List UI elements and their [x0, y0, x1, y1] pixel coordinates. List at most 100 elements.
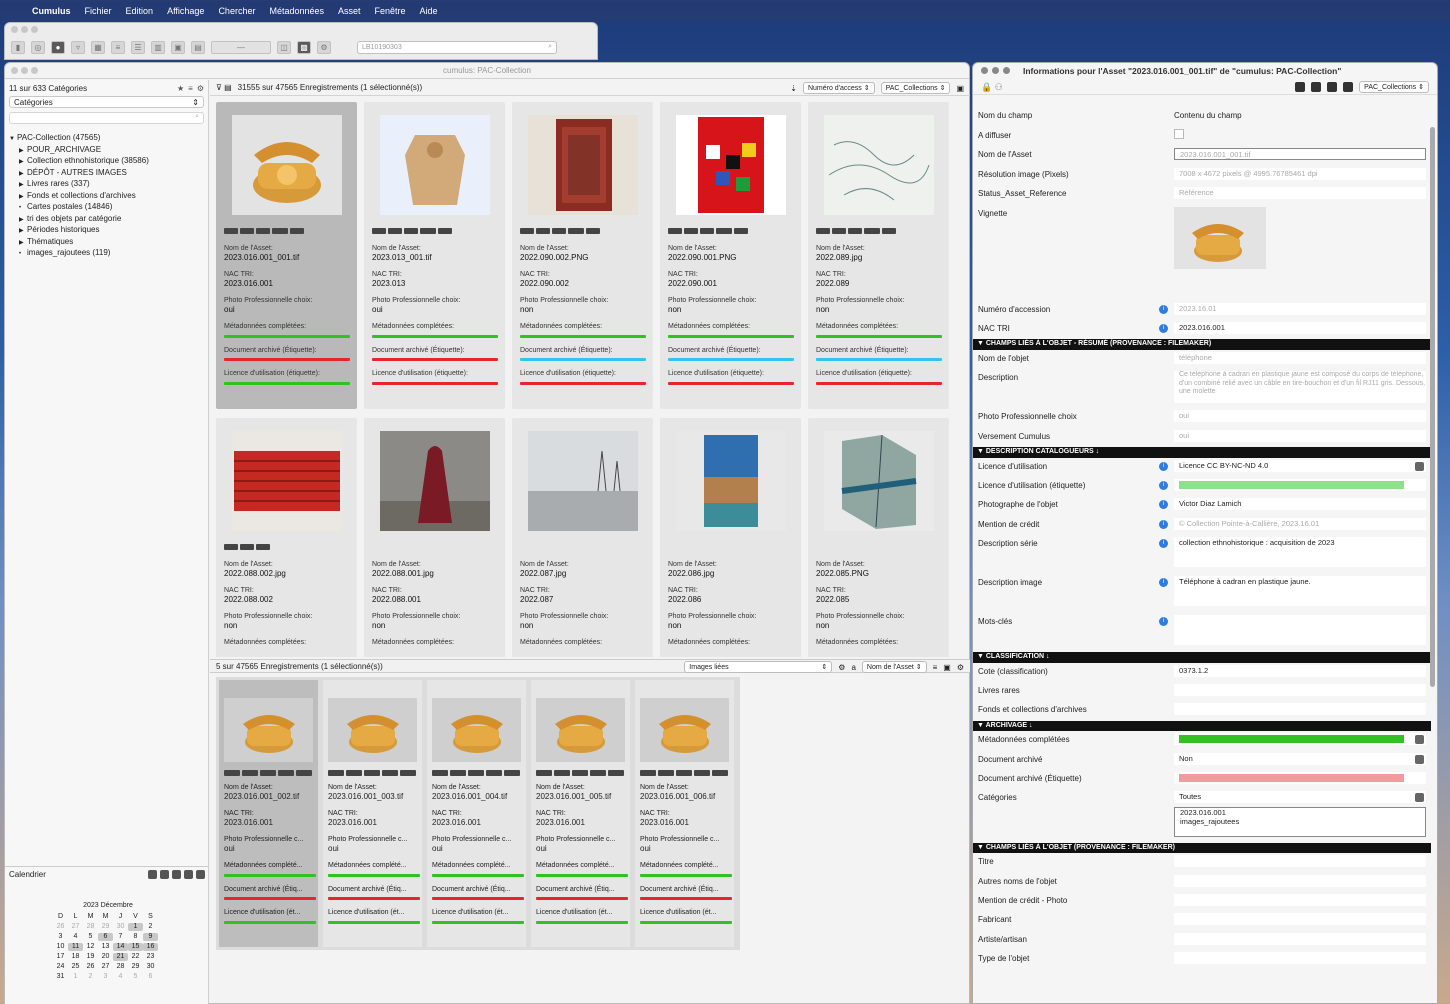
field-value[interactable]: © Collection Pointe-à-Callière, 2023.16.… — [1174, 517, 1426, 530]
field-value[interactable] — [1174, 952, 1426, 965]
tree-item[interactable]: ▶ DÉPÔT - AUTRES IMAGES — [9, 167, 208, 179]
categories-select[interactable]: Catégories ⇕ — [9, 96, 204, 108]
info-icon[interactable]: i — [1159, 519, 1168, 529]
calendar-day[interactable]: 14 — [113, 943, 128, 951]
calendar-day[interactable]: 27 — [98, 963, 113, 971]
sort-direction-icon[interactable]: ⇣ — [790, 84, 797, 93]
settings-icon[interactable]: ⚙ — [317, 40, 331, 54]
calendar-day[interactable]: 2 — [83, 973, 98, 981]
info-collection-select[interactable]: PAC_Collections ⇕ — [1359, 81, 1429, 93]
calendar-day[interactable]: 23 — [143, 953, 158, 961]
tree-item[interactable]: ▶ POUR_ARCHIVAGE — [9, 144, 208, 156]
field-value[interactable]: Ce téléphone à cadran en plastique jaune… — [1174, 371, 1426, 404]
calendar-day[interactable]: 28 — [83, 923, 98, 931]
field-value[interactable] — [1174, 855, 1426, 868]
field-select[interactable]: Toutes — [1174, 791, 1426, 804]
info-icon[interactable]: i — [1159, 461, 1168, 471]
menu-item[interactable]: Asset — [338, 6, 361, 16]
slider-icon[interactable]: — — [211, 40, 271, 54]
asset-card[interactable]: Nom de l'Asset: 2022.088.001.jpg NAC TRI: 2… — [364, 418, 505, 657]
asset-card[interactable]: Nom de l'Asset: 2022.090.001.PNG NAC TRI: 2… — [660, 102, 801, 409]
section-header[interactable]: ▼ CHAMPS LIÉS À L'OBJET (PROVENANCE : FI… — [973, 842, 1431, 854]
calendar-day[interactable]: 3 — [98, 973, 113, 981]
field-value[interactable] — [1174, 894, 1426, 907]
calendar-day[interactable]: 30 — [113, 923, 128, 931]
filmstrip-icon[interactable]: ▤ — [191, 40, 205, 54]
sort-direction-icon[interactable]: a — [851, 663, 855, 672]
zoom-window-button[interactable] — [31, 67, 38, 74]
calendar-day[interactable]: 28 — [113, 963, 128, 971]
details-view-icon[interactable]: ☰ — [131, 40, 145, 54]
tree-item[interactable]: ▶ Collection ethnohistorique (38586) — [9, 155, 208, 167]
tree-item[interactable]: • images_rajoutees (119) — [9, 247, 208, 259]
calendar-day[interactable]: 1 — [128, 923, 143, 931]
quick-search-input[interactable]: LB10190303 ⌕ — [357, 40, 557, 54]
section-header[interactable]: ▼ CHAMPS LIÉS À L'OBJET - RÉSUMÉ (PROVEN… — [973, 339, 1431, 350]
linked-asset-card[interactable]: Nom de l'Asset: 2023.016.001_003.tif NAC T… — [323, 680, 422, 947]
field-value[interactable]: collection ethnohistorique : acquisition… — [1174, 537, 1426, 568]
gear-icon[interactable]: ⚙ — [197, 84, 204, 93]
info-icon[interactable]: i — [1159, 500, 1168, 510]
calendar-day[interactable]: 2 — [143, 923, 158, 931]
list-view-icon[interactable]: ≡ — [111, 40, 125, 54]
asset-card[interactable]: Nom de l'Asset: 2022.088.002.jpg NAC TRI: 2… — [216, 418, 357, 657]
asset-card[interactable]: Nom de l'Asset: 2022.086.jpg NAC TRI: 2022.… — [660, 418, 801, 657]
asset-card[interactable]: Nom de l'Asset: 2022.087.jpg NAC TRI: 2022.… — [512, 418, 653, 657]
thumbnail-view-icon[interactable]: ▦ — [91, 40, 105, 54]
calendar-day[interactable]: 31 — [53, 973, 68, 981]
linked-asset-card[interactable]: Nom de l'Asset: 2023.016.001_006.tif NAC T… — [635, 680, 734, 947]
menu-item[interactable]: Fenêtre — [375, 6, 406, 16]
panel-icon[interactable]: ▣ — [956, 84, 964, 93]
tree-item[interactable]: ▶ tri des objets par catégorie — [9, 213, 208, 225]
menu-item[interactable]: Cumulus — [32, 6, 71, 16]
calendar-day[interactable]: 4 — [113, 973, 128, 981]
calendar-tool-icon[interactable] — [172, 870, 181, 879]
calendar-day[interactable]: 10 — [53, 943, 68, 951]
calendar-tool-icon[interactable] — [184, 870, 193, 879]
calendar-day[interactable]: 25 — [68, 963, 83, 971]
calendar-day[interactable]: 26 — [53, 923, 68, 931]
menu-item[interactable]: Edition — [126, 6, 154, 16]
calendar-day[interactable]: 30 — [143, 963, 158, 971]
menu-item[interactable]: Fichier — [85, 6, 112, 16]
categories-search-input[interactable]: ⌕ — [9, 112, 204, 124]
zoom-window-button[interactable] — [31, 26, 38, 33]
tree-item[interactable]: ▶ Livres rares (337) — [9, 178, 208, 190]
categories-list[interactable]: 2023.016.001 images_rajoutees — [1174, 806, 1426, 837]
close-window-button[interactable] — [11, 26, 18, 33]
first-record-icon[interactable] — [1295, 82, 1306, 92]
linked-view-select[interactable]: Images liées ⇕ — [684, 661, 833, 673]
list-view-icon[interactable]: ≡ — [933, 663, 938, 672]
info-icon[interactable]: i — [1159, 578, 1168, 588]
calendar-tool-icon[interactable] — [196, 870, 205, 879]
field-value[interactable]: oui — [1174, 429, 1426, 442]
minimize-window-button[interactable] — [992, 67, 999, 74]
field-select[interactable]: Non — [1174, 752, 1426, 765]
asset-card[interactable]: Nom de l'Asset: 2022.090.002.PNG NAC TRI: 2… — [512, 102, 653, 409]
collection-select[interactable]: PAC_Collections ⇕ — [880, 82, 951, 94]
filter-icon[interactable]: ≡ — [188, 84, 193, 93]
info-icon[interactable]: i — [1159, 323, 1168, 333]
calendar-day[interactable]: 6 — [143, 973, 158, 981]
calendar-day[interactable]: 4 — [68, 933, 83, 941]
favorite-icon[interactable]: ★ — [177, 84, 184, 93]
calendar-day[interactable]: 27 — [68, 923, 83, 931]
minimize-window-button[interactable] — [21, 26, 28, 33]
last-record-icon[interactable] — [1343, 82, 1354, 92]
column-view-icon[interactable]: ▥ — [151, 40, 165, 54]
info-icon[interactable]: i — [1159, 480, 1168, 490]
gear-icon[interactable]: ⚙ — [838, 663, 845, 672]
tree-item[interactable]: ▶ Périodes historiques — [9, 224, 208, 236]
record-icon[interactable]: ● — [51, 40, 65, 54]
layout-icon[interactable]: ◫ — [277, 40, 291, 54]
asset-card[interactable]: Nom de l'Asset: 2022.085.PNG NAC TRI: 2022.… — [808, 418, 949, 657]
field-value[interactable]: oui — [1174, 410, 1426, 423]
calendar-day[interactable]: 29 — [98, 923, 113, 931]
preview-icon[interactable]: ▣ — [171, 40, 185, 54]
sort-field-select[interactable]: Numéro d'access ⇕ — [802, 82, 875, 94]
field-value[interactable]: 2023.16.01 — [1174, 302, 1426, 315]
calendar-day[interactable]: 5 — [83, 933, 98, 941]
calendar-day[interactable]: 6 — [98, 933, 113, 941]
menu-item[interactable]: Aide — [420, 6, 438, 16]
calendar-day[interactable]: 8 — [128, 933, 143, 941]
